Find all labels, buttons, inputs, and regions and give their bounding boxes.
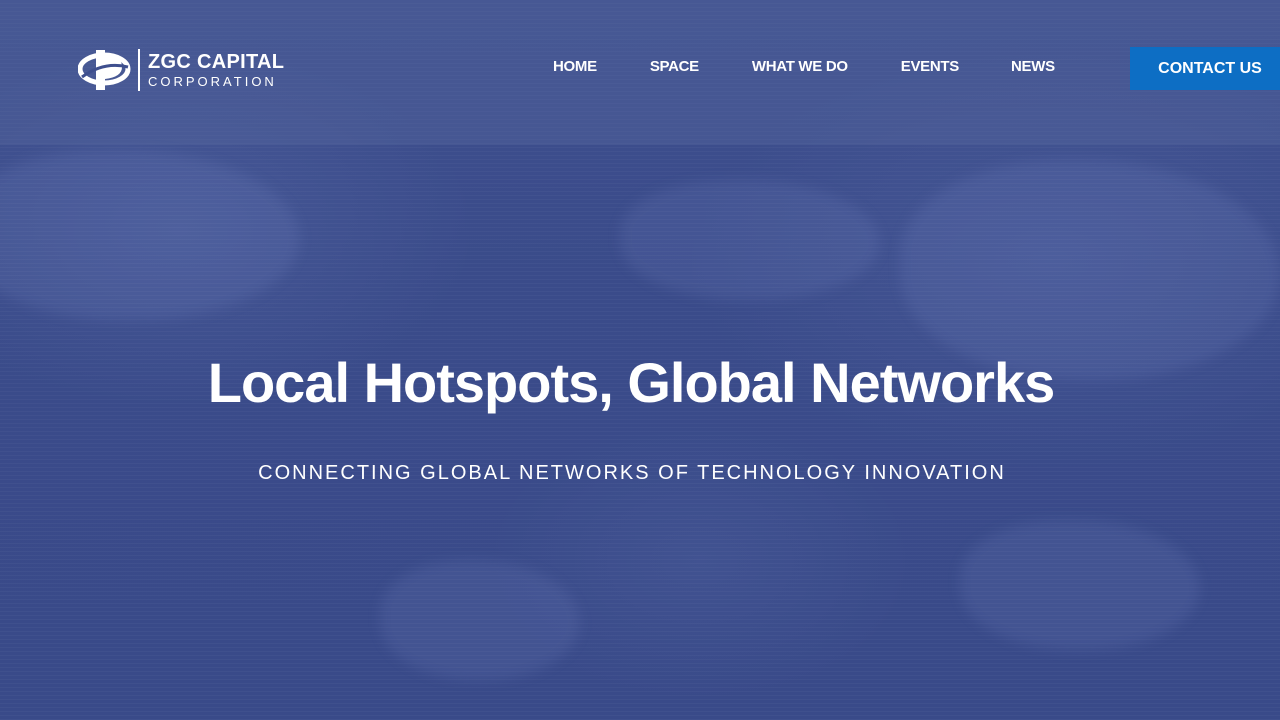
hero-title: Local Hotspots, Global Networks — [207, 351, 1055, 414]
hero-subtitle: CONNECTING GLOBAL NETWORKS OF TECHNOLOGY… — [258, 462, 1006, 484]
hero-section: Local Hotspots, Global Networks CONNECTI… — [0, 0, 1280, 720]
